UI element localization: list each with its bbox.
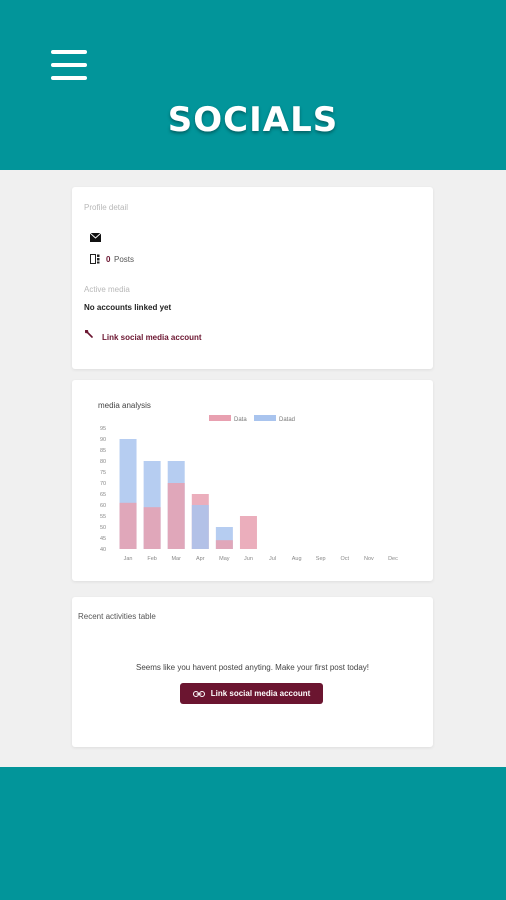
posts-label: Posts	[114, 255, 135, 264]
y-tick-label: 60	[100, 503, 106, 509]
chart-title: media analysis	[98, 401, 151, 410]
menu-icon[interactable]	[51, 50, 87, 80]
y-tick-label: 50	[100, 525, 106, 531]
link-icon	[192, 690, 205, 697]
posts-icon	[90, 254, 100, 264]
x-tick-label: Mar	[171, 556, 181, 562]
empty-message: Seems like you havent posted anyting. Ma…	[135, 663, 369, 672]
media-analysis-chart: media analysis Data Datad 95 90 85 80 75 70 65 6…	[98, 401, 398, 562]
y-tick-label: 90	[100, 437, 106, 443]
y-tick-label: 75	[100, 470, 106, 476]
x-tick-label: Jan	[124, 556, 133, 562]
y-tick-label: 65	[100, 492, 106, 498]
y-tick-label: 85	[100, 448, 106, 454]
activities-card: Recent activities table Seems like you h…	[72, 597, 433, 747]
y-tick-label: 45	[100, 536, 106, 542]
x-tick-label: Dec	[388, 556, 398, 562]
x-tick-label: Nov	[364, 556, 374, 562]
bar-data-feb[interactable]	[143, 507, 161, 549]
y-tick-label: 55	[100, 514, 106, 520]
y-tick-label: 95	[100, 426, 106, 432]
link-social-account-button-label: Link social media account	[210, 689, 311, 698]
y-tick-label: 80	[100, 459, 106, 465]
legend-label-data: Data	[234, 417, 247, 423]
x-tick-label: Apr	[196, 556, 205, 562]
bar-data-jun[interactable]	[239, 516, 257, 549]
chart-card: media analysis Data Datad 95 90 85 80 75 70 65 6…	[72, 380, 433, 581]
bar-data-jan[interactable]	[119, 502, 137, 549]
y-tick-label: 70	[100, 481, 106, 487]
bar-data-may[interactable]	[215, 540, 233, 549]
link-icon	[85, 330, 93, 338]
x-tick-label: Jul	[269, 556, 276, 562]
legend-swatch-data[interactable]	[209, 415, 231, 421]
mail-icon	[90, 233, 101, 242]
y-tick-label: 40	[100, 547, 106, 553]
x-tick-label: Feb	[147, 556, 156, 562]
active-media-label: Active media	[84, 285, 130, 294]
legend-swatch-datad[interactable]	[254, 415, 276, 421]
x-tick-label: Oct	[341, 556, 350, 562]
link-social-account-link[interactable]: Link social media account	[102, 333, 202, 342]
bar-datad-apr[interactable]	[191, 505, 209, 549]
x-tick-label: Jun	[244, 556, 253, 562]
profile-card: Profile detail 0 Posts Active media No a…	[72, 187, 433, 369]
x-tick-label: Aug	[292, 556, 302, 562]
page-title: SOCIALS	[167, 100, 339, 140]
bar-data-mar[interactable]	[167, 483, 185, 549]
app-footer	[0, 767, 506, 900]
no-accounts-text: No accounts linked yet	[84, 303, 172, 312]
profile-section-title: Profile detail	[84, 203, 129, 212]
activities-title: Recent activities table	[78, 612, 156, 621]
x-tick-label: Sep	[316, 556, 326, 562]
posts-count: 0	[106, 255, 111, 264]
app-header: SOCIALS	[0, 0, 506, 170]
link-social-account-button[interactable]: Link social media account	[180, 683, 323, 704]
x-tick-label: May	[219, 556, 230, 562]
legend-label-datad: Datad	[279, 417, 295, 423]
